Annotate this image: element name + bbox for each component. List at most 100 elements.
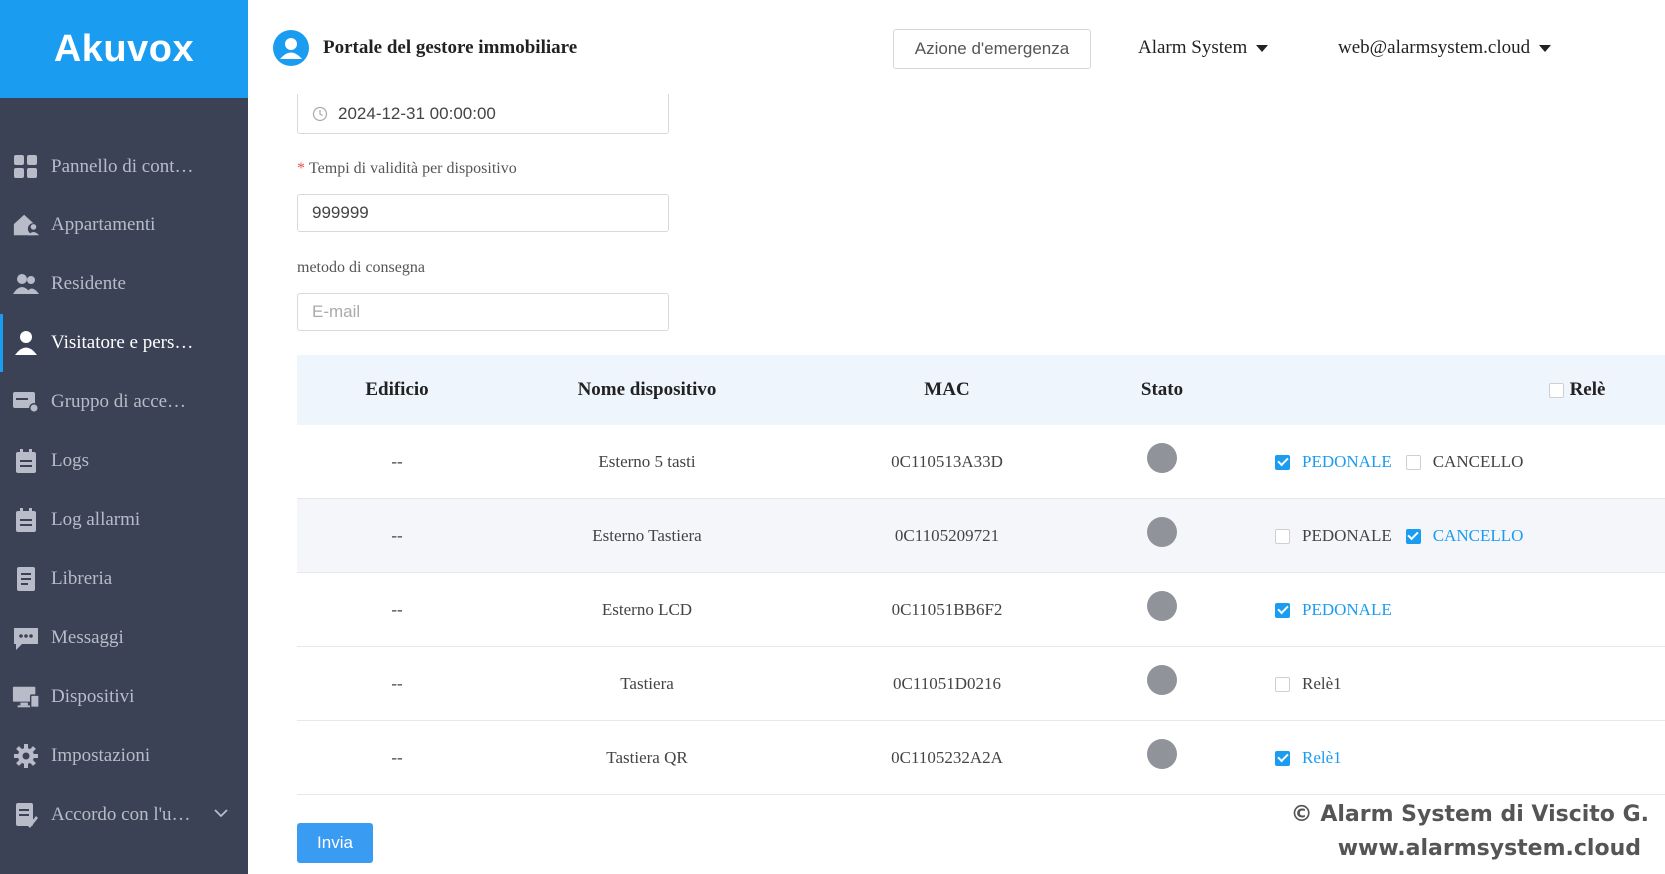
cell-status xyxy=(1097,573,1227,647)
status-offline-icon xyxy=(1147,739,1177,769)
status-offline-icon xyxy=(1147,443,1177,473)
cell-device-name: Esterno LCD xyxy=(601,600,693,619)
select-all-relay-checkbox[interactable] xyxy=(1548,382,1564,398)
status-offline-icon xyxy=(1147,517,1177,547)
relay-label[interactable]: PEDONALE xyxy=(1302,452,1392,472)
relay-label[interactable]: Relè1 xyxy=(1302,748,1342,768)
required-marker: * xyxy=(297,160,305,177)
cell-relays: Relè1 xyxy=(1275,647,1356,721)
cell-relays: PEDONALE CANCELLO xyxy=(1275,425,1537,499)
sidebar-item-label: Gruppo di acce… xyxy=(51,391,187,412)
sidebar-item-agreement[interactable]: Accordo con l'u… xyxy=(0,786,248,844)
col-relay: Relè xyxy=(1517,355,1637,425)
cell-device-name: Tastiera xyxy=(620,674,674,693)
sidebar-item-label: Logs xyxy=(51,450,89,471)
dashboard-icon xyxy=(12,153,40,181)
user-icon xyxy=(280,38,302,59)
sidebar: Akuvox Pannello di cont… Appartamenti Re… xyxy=(0,0,248,874)
relay-checkbox[interactable] xyxy=(1275,602,1290,618)
watermark-line-2: www.alarmsystem.cloud xyxy=(1337,836,1641,861)
relay-checkbox[interactable] xyxy=(1275,750,1290,766)
caret-down-icon xyxy=(1256,44,1269,52)
logs-icon xyxy=(12,447,40,475)
col-mac: MAC xyxy=(924,379,970,400)
status-offline-icon xyxy=(1147,591,1177,621)
sidebar-item-label: Impostazioni xyxy=(51,745,151,766)
settings-icon xyxy=(12,742,40,770)
devices-icon xyxy=(12,683,40,711)
company-name: Alarm System xyxy=(1138,37,1248,58)
agreement-icon xyxy=(12,801,40,829)
chevron-down-icon[interactable] xyxy=(214,807,228,823)
sidebar-item-label: Residente xyxy=(51,273,126,294)
sidebar-item-logs[interactable]: Logs xyxy=(0,432,248,490)
header: Portale del gestore immobiliare Azione d… xyxy=(248,0,1665,98)
end-time-value: 2024-12-31 00:00:00 xyxy=(338,103,496,123)
table-row: -- Esterno Tastiera 0C1105209721 PEDONALE CA… xyxy=(297,499,1665,573)
col-relay-label: Relè xyxy=(1569,379,1606,400)
logo[interactable]: Akuvox xyxy=(0,0,248,98)
sidebar-item-label: Dispositivi xyxy=(51,686,135,707)
access-group-icon xyxy=(12,388,40,416)
clock-icon xyxy=(312,106,328,122)
caret-down-icon xyxy=(1539,44,1552,52)
sidebar-item-label: Log allarmi xyxy=(51,509,141,530)
sidebar-item-dashboard[interactable]: Pannello di cont… xyxy=(0,138,248,196)
apartment-icon xyxy=(12,211,40,239)
sidebar-item-label: Pannello di cont… xyxy=(51,156,194,177)
relay-checkbox[interactable] xyxy=(1275,676,1290,692)
sidebar-item-residents[interactable]: Residente xyxy=(0,255,248,313)
relay-checkbox[interactable] xyxy=(1405,454,1421,470)
status-offline-icon xyxy=(1147,665,1177,695)
sidebar-item-label: Messaggi xyxy=(51,627,124,648)
delivery-placeholder: E-mail xyxy=(312,302,361,321)
sidebar-item-visitors[interactable]: Visitatore e pers… xyxy=(0,314,248,372)
relay-label[interactable]: CANCELLO xyxy=(1433,452,1524,472)
col-status: Stato xyxy=(1140,379,1184,400)
cell-mac: 0C1105232A2A xyxy=(891,748,1003,767)
sidebar-item-label: Appartamenti xyxy=(51,214,156,235)
sidebar-item-library[interactable]: Libreria xyxy=(0,550,248,608)
submit-button[interactable]: Invia xyxy=(297,823,373,863)
relay-label[interactable]: PEDONALE xyxy=(1302,600,1392,620)
relay-checkbox[interactable] xyxy=(1275,454,1290,470)
emergency-action-button[interactable]: Azione d'emergenza xyxy=(893,29,1091,69)
company-dropdown[interactable]: Alarm System xyxy=(1138,37,1269,59)
relay-checkbox[interactable] xyxy=(1275,528,1290,544)
sidebar-item-access-group[interactable]: Gruppo di acce… xyxy=(0,373,248,431)
delivery-method-label: metodo di consegna xyxy=(297,259,425,276)
cell-relays: PEDONALE xyxy=(1275,573,1406,647)
relay-label[interactable]: Relè1 xyxy=(1302,674,1342,694)
table-row: -- Esterno 5 tasti 0C110513A33D PEDONALE CAN… xyxy=(297,425,1665,499)
cell-device-name: Tastiera QR xyxy=(606,748,688,767)
page-title: Portale del gestore immobiliare xyxy=(323,37,578,58)
cell-building: -- xyxy=(391,526,403,545)
library-icon xyxy=(12,565,40,593)
cell-status xyxy=(1097,647,1227,721)
table-header: Edificio Nome dispositivo MAC Stato Relè xyxy=(297,355,1665,425)
sidebar-item-settings[interactable]: Impostazioni xyxy=(0,727,248,785)
relay-checkbox[interactable] xyxy=(1405,528,1421,544)
relay-label[interactable]: CANCELLO xyxy=(1433,526,1524,546)
cell-mac: 0C1105209721 xyxy=(894,526,1000,545)
cell-building: -- xyxy=(391,748,403,767)
sidebar-item-devices[interactable]: Dispositivi xyxy=(0,668,248,726)
messages-icon xyxy=(12,624,40,652)
user-dropdown[interactable]: web@alarmsystem.cloud xyxy=(1338,37,1552,59)
col-building: Edificio xyxy=(365,379,429,400)
relay-label[interactable]: PEDONALE xyxy=(1302,526,1392,546)
sidebar-item-alarm-logs[interactable]: Log allarmi xyxy=(0,491,248,549)
visitor-icon xyxy=(12,329,40,357)
cell-status xyxy=(1097,499,1227,573)
delivery-method-input[interactable]: E-mail xyxy=(297,293,669,331)
sidebar-item-apartments[interactable]: Appartamenti xyxy=(0,196,248,254)
validity-input[interactable]: 999999 xyxy=(297,194,669,232)
table-row: -- Tastiera 0C11051D0216 Relè1 xyxy=(297,647,1665,721)
sidebar-item-messages[interactable]: Messaggi xyxy=(0,609,248,667)
end-time-input[interactable]: 2024-12-31 00:00:00 xyxy=(297,94,669,134)
cell-relays: PEDONALE CANCELLO xyxy=(1275,499,1537,573)
cell-status xyxy=(1097,721,1227,795)
cell-mac: 0C11051D0216 xyxy=(893,674,1001,693)
cell-mac: 0C11051BB6F2 xyxy=(891,600,1003,619)
validity-label: * Tempi di validità per dispositivo xyxy=(297,160,517,178)
